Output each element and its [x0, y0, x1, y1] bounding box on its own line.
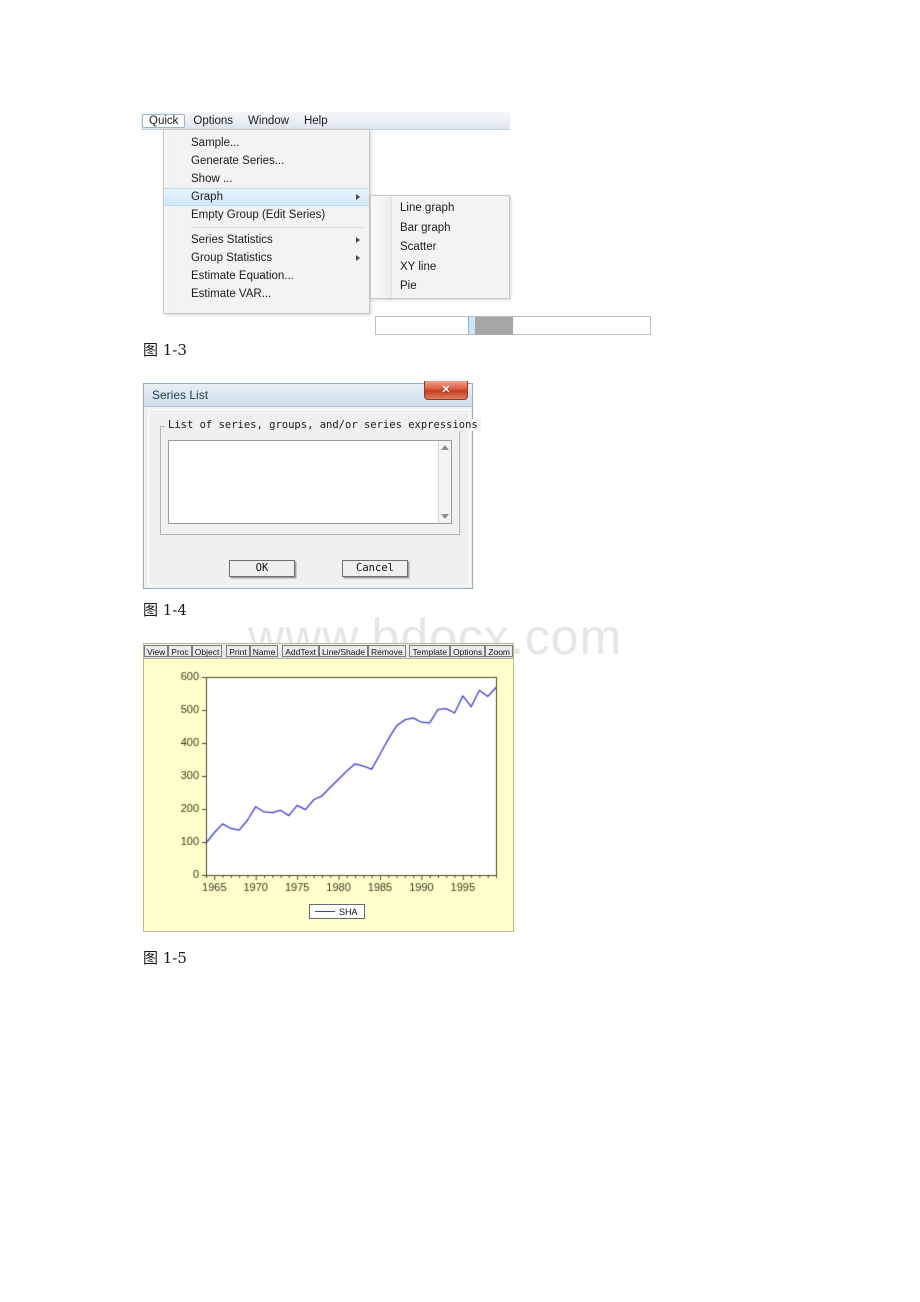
toolbar-button-remove[interactable]: Remove — [367, 645, 406, 657]
chevron-right-icon — [356, 255, 360, 261]
menu-item-show[interactable]: Show ... — [164, 170, 369, 188]
close-icon[interactable]: ✕ — [424, 381, 468, 400]
background-gray-block — [475, 317, 513, 335]
menu-separator — [191, 227, 363, 228]
chart-legend: SHA — [309, 904, 365, 919]
menu-item-graph[interactable]: Graph — [164, 188, 369, 206]
dialog-body: List of series, groups, and/or series ex… — [148, 409, 481, 586]
toolbar-button-object[interactable]: Object — [191, 645, 223, 657]
submenu-item-xy-line[interactable]: XY line — [371, 258, 509, 278]
toolbar-button-template[interactable]: Template — [409, 645, 450, 657]
cancel-button[interactable]: Cancel — [342, 560, 408, 577]
series-group-label: List of series, groups, and/or series ex… — [165, 419, 481, 431]
series-list-scrollbar[interactable] — [438, 441, 451, 523]
sha-line-chart — [144, 659, 513, 931]
menu-item-group-statistics-label: Group Statistics — [191, 252, 273, 264]
graph-window: View Proc Object Print Name AddText Line/Shade… — [143, 643, 514, 932]
quick-dropdown-menu: Sample... Generate Series... Show ... Gr… — [163, 129, 370, 314]
menu-item-quick[interactable]: Quick — [142, 113, 186, 128]
toolbar-button-proc[interactable]: Proc — [168, 645, 192, 657]
dialog-title-label: Series List — [152, 388, 209, 402]
background-window-strip — [375, 316, 651, 335]
legend-line-swatch — [315, 911, 335, 912]
caption-fig-1-5: 图 1-5 — [143, 949, 187, 967]
ok-button[interactable]: OK — [229, 560, 295, 577]
toolbar-button-view[interactable]: View — [144, 645, 169, 657]
menu-item-help[interactable]: Help — [297, 114, 335, 128]
menu-item-series-statistics[interactable]: Series Statistics — [164, 231, 369, 249]
toolbar-button-name[interactable]: Name — [249, 645, 279, 657]
menu-item-options[interactable]: Options — [186, 114, 240, 128]
legend-label-sha: SHA — [339, 906, 358, 917]
dialog-title-bar: Series List — [144, 384, 472, 407]
menu-item-window[interactable]: Window — [241, 114, 296, 128]
toolbar-button-zoom[interactable]: Zoom — [485, 645, 514, 657]
submenu-item-scatter[interactable]: Scatter — [371, 238, 509, 258]
menu-item-graph-label: Graph — [191, 191, 223, 203]
toolbar-button-line-shade[interactable]: Line/Shade — [318, 645, 368, 657]
menu-bar: Quick Options Window Help — [141, 112, 510, 130]
submenu-item-bar-graph[interactable]: Bar graph — [371, 219, 509, 239]
submenu-item-pie[interactable]: Pie — [371, 277, 509, 297]
menu-item-estimate-equation[interactable]: Estimate Equation... — [164, 267, 369, 285]
caption-fig-1-3: 图 1-3 — [143, 341, 187, 359]
chevron-right-icon — [356, 237, 360, 243]
graph-toolbar: View Proc Object Print Name AddText Line/Shade… — [144, 644, 514, 659]
menu-item-series-statistics-label: Series Statistics — [191, 234, 273, 246]
toolbar-button-addtext[interactable]: AddText — [282, 645, 319, 657]
series-list-input[interactable] — [168, 440, 452, 524]
scroll-up-arrow-icon[interactable] — [441, 445, 449, 450]
menu-item-empty-group[interactable]: Empty Group (Edit Series) — [164, 206, 369, 224]
scroll-down-arrow-icon[interactable] — [441, 514, 449, 519]
chevron-right-icon — [356, 194, 360, 200]
eviews-menu-window: Quick Options Window Help Sample... Gene… — [141, 112, 651, 335]
toolbar-button-print[interactable]: Print — [226, 645, 250, 657]
menu-item-generate-series[interactable]: Generate Series... — [164, 152, 369, 170]
graph-submenu: Line graph Bar graph Scatter XY line Pie — [370, 195, 510, 299]
menu-item-estimate-var[interactable]: Estimate VAR... — [164, 285, 369, 303]
menu-item-sample[interactable]: Sample... — [164, 134, 369, 152]
series-list-dialog: Series List ✕ List of series, groups, an… — [143, 381, 481, 589]
caption-fig-1-4: 图 1-4 — [143, 601, 187, 619]
submenu-item-line-graph[interactable]: Line graph — [371, 199, 509, 219]
menu-item-group-statistics[interactable]: Group Statistics — [164, 249, 369, 267]
toolbar-button-options[interactable]: Options — [449, 645, 486, 657]
